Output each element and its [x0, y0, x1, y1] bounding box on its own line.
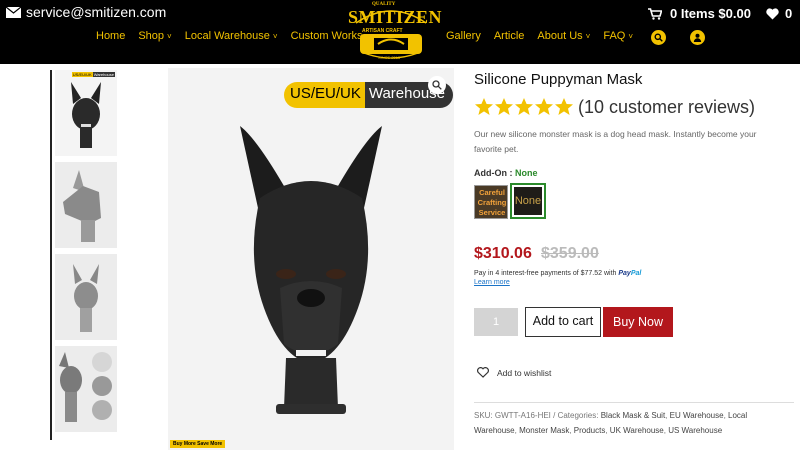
warehouse-badge: US/EU/UK Warehouse: [71, 72, 115, 77]
paypal-logo: PayPal: [618, 270, 641, 277]
heart-icon: [477, 367, 489, 378]
account-button[interactable]: [690, 30, 705, 45]
nav-item-home[interactable]: Home: [96, 30, 125, 42]
paypal-logo-a: Pay: [618, 270, 631, 277]
add-to-wishlist-link[interactable]: Add to wishlist: [477, 367, 551, 378]
wishlist-header[interactable]: 0: [766, 6, 792, 21]
category-link[interactable]: UK Warehouse: [610, 426, 664, 435]
dog-mask-detail-collage-image: [59, 352, 112, 422]
badge-left: US/EU/UK: [284, 82, 365, 108]
original-price: $359.00: [541, 245, 599, 262]
site-logo[interactable]: QUALITY SMITIZEN ARTISAN CRAFT SINCE 201…: [344, 1, 443, 63]
paypal-installments: Pay in 4 interest-free payments of $77.5…: [474, 270, 641, 277]
thumbnail-4[interactable]: [55, 346, 117, 432]
stars-icon: [475, 98, 573, 115]
cart-summary[interactable]: 0 Items $0.00: [648, 6, 751, 21]
learn-more-link[interactable]: Learn more: [474, 279, 510, 286]
category-link[interactable]: Monster Mask: [519, 426, 569, 435]
addon-label: Add-On : None: [474, 168, 538, 178]
contact-email-text: service@smitizen.com: [26, 4, 167, 20]
nav-left: Home Shop ˅ Local Warehouse ˅ Custom Works: [96, 30, 376, 42]
contact-email[interactable]: service@smitizen.com: [6, 4, 166, 20]
chevron-down-icon: ˅: [628, 32, 634, 41]
addon-label-text: Add-On :: [474, 168, 515, 178]
thumbnail-list: US/EU/UK Warehouse: [50, 70, 118, 440]
paypal-text: Pay in 4 interest-free payments of $77.5…: [474, 270, 617, 277]
add-to-cart-button[interactable]: Add to cart: [525, 307, 601, 337]
thumbnail-selected-indicator: [50, 70, 52, 440]
cart-icon: [648, 7, 662, 20]
nav-right: Gallery Article About Us ˅ FAQ ˅: [446, 30, 646, 42]
nav-item-faq[interactable]: FAQ ˅: [603, 30, 633, 42]
wishlist-label: Add to wishlist: [497, 367, 552, 378]
search-button[interactable]: [651, 30, 666, 45]
cart-label: 0 Items $0.00: [670, 6, 751, 21]
thumbnail-2[interactable]: [55, 162, 117, 248]
nav-label: Article: [493, 30, 525, 42]
chevron-down-icon: ˅: [167, 32, 172, 41]
chevron-down-icon: ˅: [585, 32, 591, 41]
nav-label: About Us: [537, 30, 583, 42]
magnifier-icon: [432, 80, 442, 90]
product-meta: SKU: GWTT-A16-HEI / Categories: Black Ma…: [474, 411, 748, 435]
review-count-link[interactable]: (10 customer reviews): [578, 97, 755, 118]
logo-subtitle: ARTISAN CRAFT: [362, 28, 403, 34]
nav-item-local-warehouse[interactable]: Local Warehouse ˅: [185, 30, 278, 42]
star-rating[interactable]: [474, 97, 574, 117]
dog-mask-black-image: [71, 82, 101, 148]
wishlist-count: 0: [785, 6, 793, 21]
swatch-label: Careful Crafting Service: [477, 188, 507, 217]
thumbnail-3[interactable]: [55, 254, 117, 340]
divider: [474, 402, 794, 403]
zoom-button[interactable]: [428, 76, 446, 94]
buy-more-badge: Buy More Save More: [170, 440, 226, 448]
nav-label: Local Warehouse: [184, 30, 270, 42]
site-header: service@smitizen.com Home Shop ˅ Local Wa…: [0, 0, 800, 64]
addon-swatch-none[interactable]: None: [510, 183, 546, 219]
thumbnail-1[interactable]: US/EU/UK Warehouse: [55, 70, 117, 156]
product-description: Our new silicone monster mask is a dog h…: [474, 129, 757, 154]
product-title: Silicone Puppyman Mask: [474, 71, 643, 88]
dog-mask-grey-front-image: [73, 264, 99, 332]
logo-since: SINCE 2015: [378, 55, 401, 60]
envelope-icon: [6, 6, 21, 18]
nav-label: Gallery: [446, 30, 481, 42]
nav-label: FAQ: [603, 30, 626, 42]
nav-item-gallery[interactable]: Gallery: [446, 30, 481, 42]
category-link[interactable]: Black Mask & Suit: [601, 411, 665, 420]
category-link[interactable]: Products: [574, 426, 606, 435]
sale-price: $310.06: [474, 245, 532, 262]
swatch-label: None: [514, 187, 542, 215]
quantity-input[interactable]: 1: [474, 308, 518, 336]
category-link[interactable]: US Warehouse: [668, 426, 722, 435]
dog-mask-grey-side-image: [63, 170, 101, 242]
nav-item-about-us[interactable]: About Us ˅: [537, 30, 590, 42]
heart-icon: [766, 7, 779, 20]
nav-label: Home: [96, 30, 126, 42]
badge-left: US/EU/UK: [71, 72, 93, 77]
addon-value: None: [515, 168, 538, 178]
addon-swatch-careful-crafting[interactable]: Careful Crafting Service: [474, 185, 508, 219]
badge-right: Warehouse: [92, 72, 115, 77]
buy-now-button[interactable]: Buy Now: [603, 307, 673, 337]
nav-item-article[interactable]: Article: [494, 30, 525, 42]
dog-mask-black-image: [240, 126, 382, 414]
nav-label: Shop: [138, 30, 165, 42]
main-product-image[interactable]: US/EU/UK Warehouse Buy More Save More: [168, 68, 454, 450]
sku-text: SKU: GWTT-A16-HEI / Categories:: [474, 411, 601, 420]
logo-brand: SMITIZEN: [348, 7, 443, 27]
category-link[interactable]: EU Warehouse: [670, 411, 724, 420]
search-icon: [654, 33, 663, 42]
chevron-down-icon: ˅: [272, 32, 278, 41]
user-icon: [693, 33, 702, 42]
paypal-logo-b: Pal: [630, 270, 642, 277]
nav-item-shop[interactable]: Shop ˅: [138, 30, 171, 42]
